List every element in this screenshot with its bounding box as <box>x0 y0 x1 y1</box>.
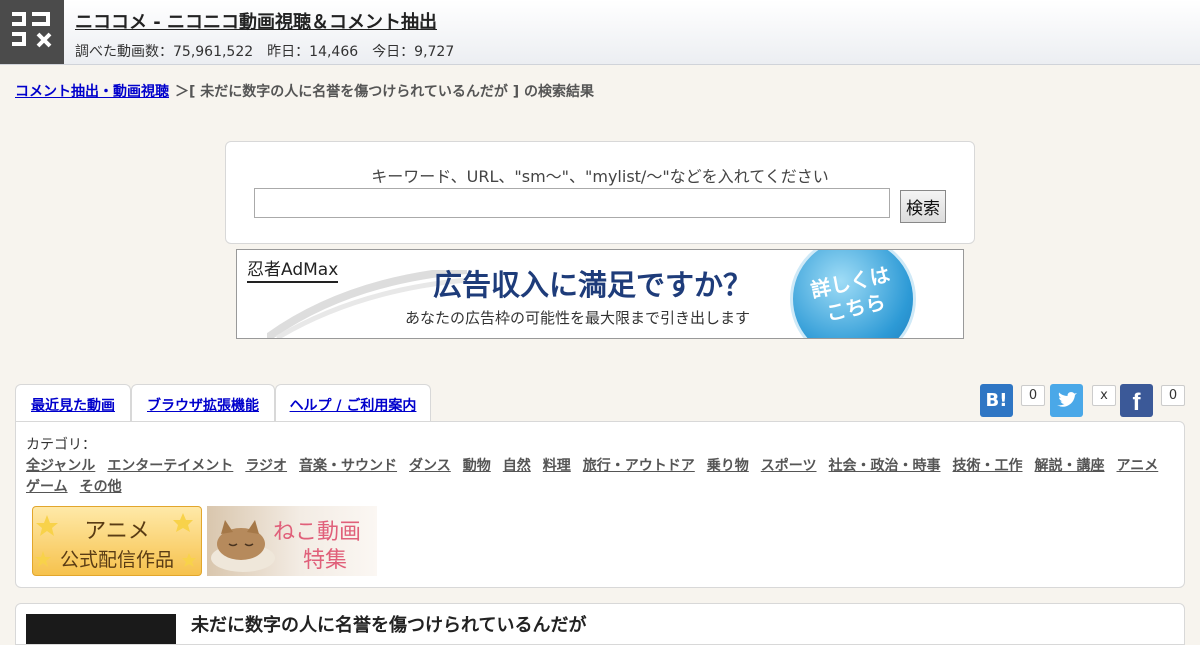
twitter-count: x <box>1092 385 1116 406</box>
category-row-2: ゲーム その他 <box>26 476 134 496</box>
site-title-link[interactable]: ニココメ - ニコニコ動画視聴＆コメント抽出 <box>75 8 437 34</box>
category-link[interactable]: ゲーム <box>26 479 68 495</box>
search-input[interactable] <box>254 188 890 218</box>
category-link[interactable]: 動物 <box>463 458 491 474</box>
anime-promo-line2: 公式配信作品 <box>59 549 174 571</box>
cat-promo-line2: 特集 <box>303 548 348 573</box>
breadcrumb-current: ＞[ 未だに数字の人に名誉を傷つけられているんだが ] の検索結果 <box>175 84 594 100</box>
tab-help[interactable]: ヘルプ / ご利用案内 <box>275 384 431 422</box>
category-link[interactable]: 料理 <box>543 458 571 474</box>
stat-today: 今日：9,727 <box>372 44 455 60</box>
facebook-button[interactable]: f <box>1120 384 1153 417</box>
category-panel: カテゴリ： 全ジャンル エンターテイメント ラジオ 音楽・サウンド ダンス 動物 自然 料理旅… <box>15 421 1185 588</box>
anime-promo-line1: アニメ <box>84 519 150 544</box>
facebook-count: 0 <box>1161 385 1185 406</box>
result-title[interactable]: 未だに数字の人に名誉を傷つけられているんだが <box>191 611 586 637</box>
tab-browser-extension[interactable]: ブラウザ拡張機能 <box>131 384 275 422</box>
twitter-button[interactable] <box>1050 384 1083 417</box>
category-link[interactable]: 解説・講座 <box>1035 458 1105 474</box>
video-thumbnail[interactable] <box>26 614 176 644</box>
ad-details-text: 詳しくは こちら <box>789 257 917 333</box>
tab-browser-extension-link[interactable]: ブラウザ拡張機能 <box>147 398 259 414</box>
tab-help-link[interactable]: ヘルプ / ご利用案内 <box>290 398 417 414</box>
hatena-bookmark-button[interactable]: B! <box>980 384 1013 417</box>
category-link[interactable]: アニメ <box>1117 458 1159 474</box>
tab-recent-videos[interactable]: 最近見た動画 <box>15 384 131 422</box>
site-header: ニココメ - ニコニコ動画視聴＆コメント抽出 調べた動画数：75,961,522… <box>0 0 1200 65</box>
search-hint: キーワード、URL、"sm〜"、"mylist/〜"などを入れてください <box>371 167 829 186</box>
category-link[interactable]: スポーツ <box>761 458 817 474</box>
ad-headline: 広告収入に満足ですか？ <box>433 268 753 302</box>
breadcrumb-home-link[interactable]: コメント抽出・動画視聴 <box>15 84 169 100</box>
stat-total: 調べた動画数：75,961,522 <box>75 44 254 60</box>
cat-video-promo[interactable]: ねこ動画 特集 <box>207 506 377 576</box>
category-link[interactable]: 旅行・アウトドア <box>583 458 695 474</box>
site-logo[interactable] <box>0 0 64 64</box>
category-link[interactable]: 自然 <box>503 458 531 474</box>
category-link[interactable]: 技術・工作 <box>953 458 1023 474</box>
search-button[interactable]: 検索 <box>900 190 946 223</box>
category-label: カテゴリ： <box>26 437 96 453</box>
ad-logo: 忍者AdMax <box>247 255 339 283</box>
category-link[interactable]: エンターテイメント <box>107 458 233 474</box>
stat-yesterday: 昨日：14,466 <box>267 44 359 60</box>
ad-banner[interactable]: 忍者AdMax 広告収入に満足ですか？ あなたの広告枠の可能性を最大限まで引き出… <box>236 249 964 339</box>
ad-details-button[interactable]: 詳しくは こちら <box>789 250 917 338</box>
site-stats: 調べた動画数：75,961,522 昨日：14,466 今日：9,727 <box>75 41 468 61</box>
hatena-count: 0 <box>1021 385 1045 406</box>
twitter-bird-icon <box>1057 392 1077 407</box>
category-link[interactable]: その他 <box>80 479 122 495</box>
category-link[interactable]: ラジオ <box>245 458 287 474</box>
category-link[interactable]: 音楽・サウンド <box>299 458 397 474</box>
category-link[interactable]: 社会・政治・時事 <box>829 458 941 474</box>
category-link[interactable]: 乗り物 <box>707 458 749 474</box>
search-panel: キーワード、URL、"sm〜"、"mylist/〜"などを入れてください 検索 <box>225 141 975 244</box>
category-link[interactable]: ダンス <box>409 458 451 474</box>
result-card: 未だに数字の人に名誉を傷つけられているんだが <box>15 603 1185 645</box>
category-link[interactable]: 全ジャンル <box>26 458 95 474</box>
category-row-1: 全ジャンル エンターテイメント ラジオ 音楽・サウンド ダンス 動物 自然 料理 旅行・アウトド… <box>26 455 1170 475</box>
tab-recent-videos-link[interactable]: 最近見た動画 <box>31 398 115 414</box>
ad-subtext: あなたの広告枠の可能性を最大限まで引き出します <box>405 309 751 327</box>
nicocome-logo-icon <box>12 12 52 48</box>
anime-official-promo[interactable]: アニメ 公式配信作品 <box>32 506 202 576</box>
breadcrumb: コメント抽出・動画視聴 ＞[ 未だに数字の人に名誉を傷つけられているんだが ] の… <box>15 81 594 101</box>
